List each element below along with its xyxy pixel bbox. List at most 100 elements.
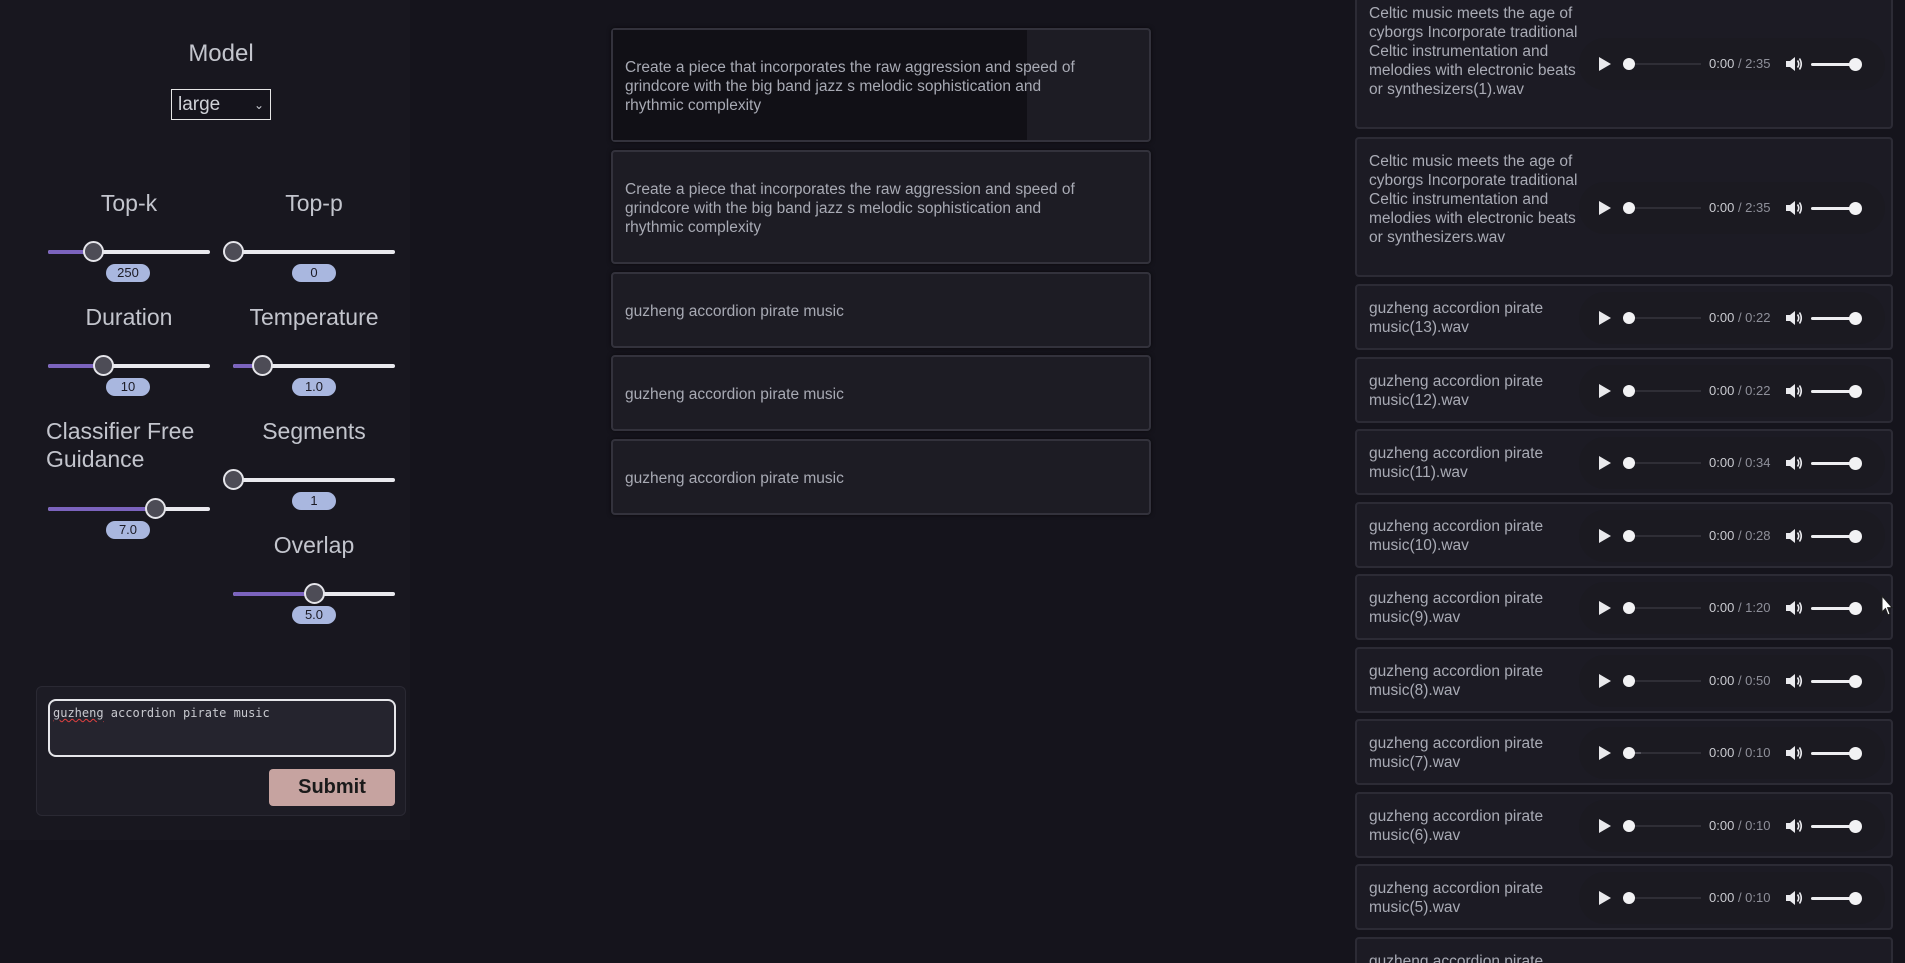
- volume-icon[interactable]: [1785, 383, 1803, 399]
- volume-handle[interactable]: [1849, 675, 1862, 688]
- duration-slider-handle[interactable]: [93, 355, 114, 376]
- audio-time: 0:00 / 0:22: [1709, 383, 1770, 398]
- audio-progress-bar[interactable]: [1629, 825, 1701, 827]
- play-icon[interactable]: [1599, 201, 1611, 215]
- volume-icon[interactable]: [1785, 310, 1803, 326]
- audio-time: 0:00 / 0:22: [1709, 310, 1770, 325]
- duration-value-badge: 10: [106, 378, 150, 396]
- overlap-slider-handle[interactable]: [304, 583, 325, 604]
- play-icon[interactable]: [1599, 891, 1611, 905]
- audio-progress-handle[interactable]: [1623, 602, 1635, 614]
- audio-duration: / 0:34: [1737, 455, 1771, 470]
- audio-progress-bar[interactable]: [1629, 462, 1701, 464]
- audio-progress-handle[interactable]: [1623, 530, 1635, 542]
- history-text: Create a piece that incorporates the raw…: [625, 181, 1075, 236]
- audio-progress-bar[interactable]: [1629, 62, 1701, 65]
- audio-file-name: guzheng accordion pirate music(8).wav: [1369, 663, 1544, 699]
- volume-handle[interactable]: [1849, 530, 1862, 543]
- topk-slider-handle[interactable]: [83, 241, 104, 262]
- prompt-text: accordion pirate music: [103, 706, 270, 720]
- audio-progress-bar[interactable]: [1629, 535, 1701, 537]
- audio-progress-handle[interactable]: [1623, 747, 1635, 759]
- volume-handle[interactable]: [1849, 312, 1862, 325]
- cfg-label: Classifier Free Guidance: [46, 418, 195, 472]
- play-icon[interactable]: [1599, 56, 1611, 71]
- volume-icon[interactable]: [1785, 600, 1803, 616]
- volume-icon[interactable]: [1785, 890, 1803, 906]
- audio-progress-handle[interactable]: [1623, 892, 1635, 904]
- history-item[interactable]: guzheng accordion pirate music: [611, 355, 1151, 431]
- audio-file-name: guzheng accordion pirate music(7).wav: [1369, 735, 1544, 771]
- volume-icon[interactable]: [1785, 56, 1803, 72]
- segments-slider[interactable]: [223, 469, 395, 490]
- audio-progress-bar[interactable]: [1629, 680, 1701, 682]
- audio-progress-handle[interactable]: [1623, 457, 1635, 469]
- play-icon[interactable]: [1599, 601, 1611, 615]
- play-icon[interactable]: [1599, 384, 1611, 398]
- audio-file-name: guzheng accordion pirate music(13).wav: [1369, 300, 1544, 336]
- cfg-slider-fill: [48, 507, 155, 511]
- audio-progress-bar[interactable]: [1629, 607, 1701, 609]
- volume-handle[interactable]: [1849, 892, 1862, 905]
- topp-slider-handle[interactable]: [223, 241, 244, 262]
- audio-progress-handle[interactable]: [1623, 57, 1635, 70]
- topp-label: Top-p: [285, 190, 343, 216]
- volume-handle[interactable]: [1849, 747, 1862, 760]
- mouse-cursor-icon: [1881, 595, 1893, 616]
- volume-icon[interactable]: [1785, 528, 1803, 544]
- audio-progress-bar[interactable]: [1629, 752, 1701, 754]
- volume-icon[interactable]: [1785, 818, 1803, 834]
- history-item[interactable]: Create a piece that incorporates the raw…: [611, 28, 1151, 142]
- cfg-slider-handle[interactable]: [145, 498, 166, 519]
- audio-list-item: Celtic music meets the age of cyborgs In…: [1355, 137, 1893, 277]
- play-icon[interactable]: [1599, 819, 1611, 833]
- model-select-value: large: [178, 93, 221, 115]
- submit-button[interactable]: Submit: [269, 769, 395, 806]
- audio-progress-bar[interactable]: [1629, 390, 1701, 392]
- duration-slider-group: Duration 10: [48, 303, 210, 398]
- topk-slider[interactable]: [48, 241, 210, 262]
- volume-handle[interactable]: [1849, 385, 1862, 398]
- audio-file-name: guzheng accordion pirate music(6).wav: [1369, 808, 1544, 844]
- play-icon[interactable]: [1599, 674, 1611, 688]
- audio-current-time: 0:00: [1709, 455, 1735, 470]
- audio-progress-bar[interactable]: [1629, 317, 1701, 319]
- play-icon[interactable]: [1599, 529, 1611, 543]
- play-icon[interactable]: [1599, 456, 1611, 470]
- prompt-form: guzheng accordion pirate music Submit: [36, 686, 406, 816]
- audio-player: 0:00 / 0:50: [1579, 655, 1885, 707]
- audio-duration: / 0:22: [1737, 310, 1771, 325]
- temperature-slider[interactable]: [233, 355, 395, 376]
- history-item[interactable]: Create a piece that incorporates the raw…: [611, 150, 1151, 264]
- audio-progress-bar[interactable]: [1629, 207, 1701, 209]
- cfg-slider[interactable]: [48, 498, 210, 519]
- volume-handle[interactable]: [1849, 202, 1862, 215]
- duration-slider[interactable]: [48, 355, 210, 376]
- history-item[interactable]: guzheng accordion pirate music: [611, 272, 1151, 348]
- audio-progress-handle[interactable]: [1623, 202, 1635, 214]
- segments-slider-handle[interactable]: [223, 469, 244, 490]
- volume-handle[interactable]: [1849, 457, 1862, 470]
- temperature-slider-handle[interactable]: [252, 355, 273, 376]
- volume-handle[interactable]: [1849, 820, 1862, 833]
- model-select[interactable]: large ⌄: [171, 89, 271, 120]
- play-icon[interactable]: [1599, 746, 1611, 760]
- audio-progress-handle[interactable]: [1623, 312, 1635, 324]
- volume-icon[interactable]: [1785, 673, 1803, 689]
- volume-handle[interactable]: [1849, 602, 1862, 615]
- audio-list-item: guzheng accordion pirate: [1355, 937, 1893, 963]
- audio-progress-handle[interactable]: [1623, 385, 1635, 397]
- volume-icon[interactable]: [1785, 745, 1803, 761]
- audio-progress-handle[interactable]: [1623, 675, 1635, 687]
- volume-icon[interactable]: [1785, 455, 1803, 471]
- audio-progress-handle[interactable]: [1623, 820, 1635, 832]
- audio-progress-bar[interactable]: [1629, 897, 1701, 899]
- history-item[interactable]: guzheng accordion pirate music: [611, 439, 1151, 515]
- volume-icon[interactable]: [1785, 200, 1803, 216]
- play-icon[interactable]: [1599, 311, 1611, 325]
- topp-slider[interactable]: [223, 241, 395, 262]
- volume-handle[interactable]: [1849, 57, 1862, 71]
- prompt-input[interactable]: guzheng accordion pirate music: [48, 699, 396, 757]
- audio-list-item: guzheng accordion pirate music(5).wav 0:0…: [1355, 864, 1893, 930]
- overlap-slider[interactable]: [233, 583, 395, 604]
